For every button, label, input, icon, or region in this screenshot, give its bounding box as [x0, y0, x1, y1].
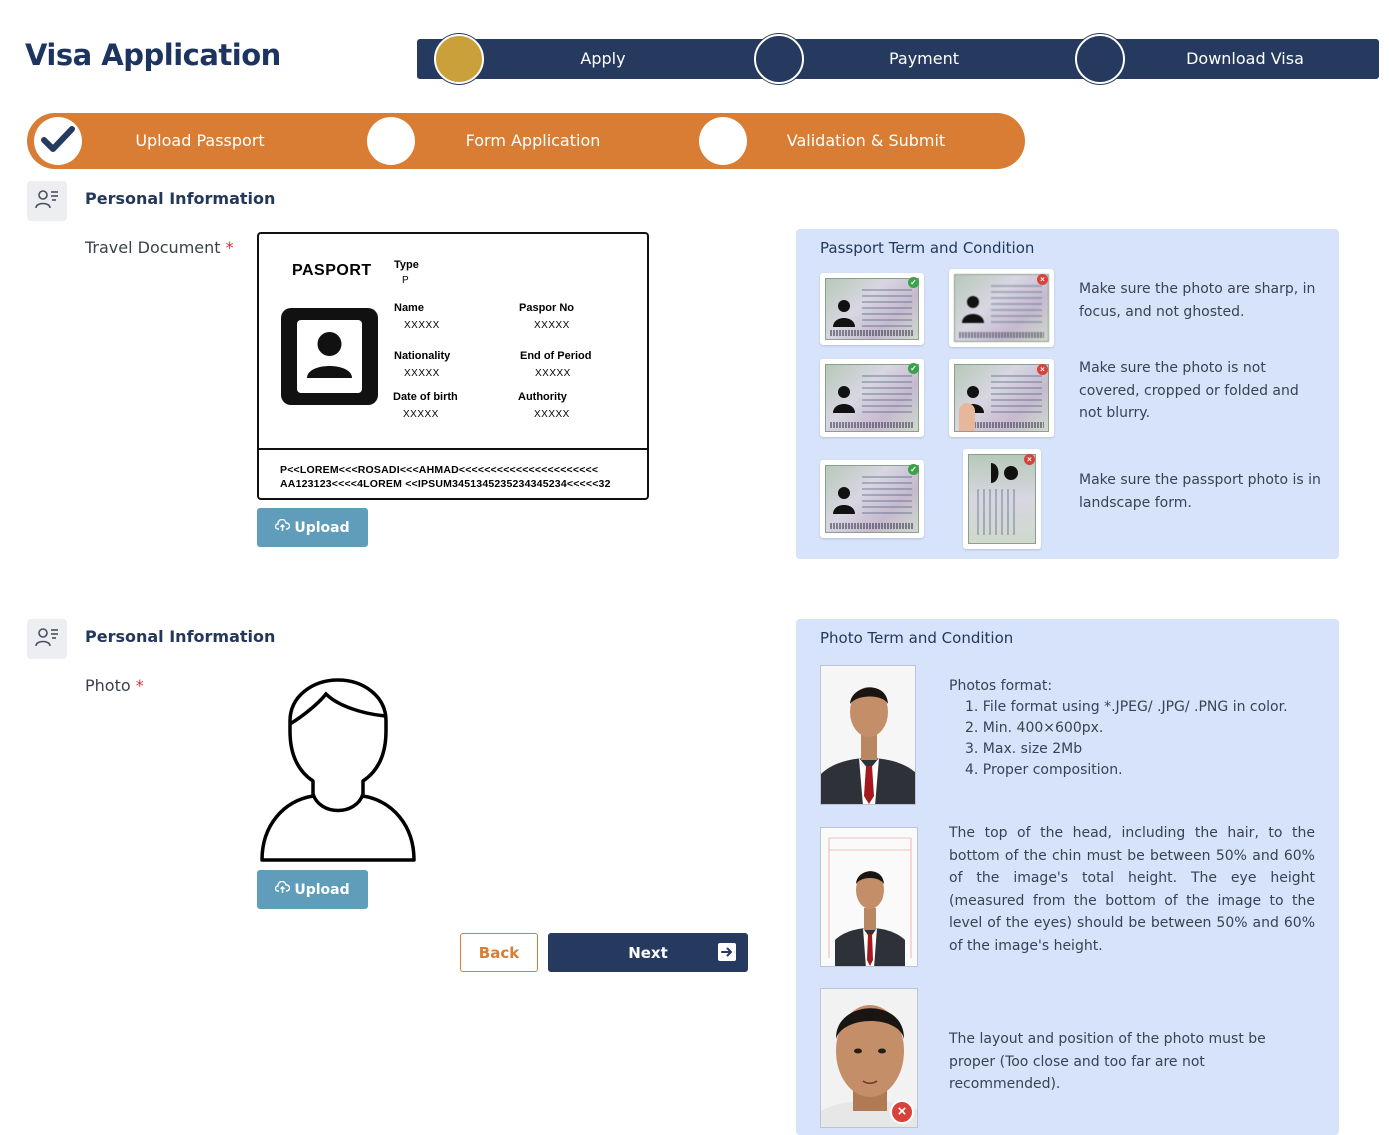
passport-name-label: Name [394, 302, 424, 314]
photo-example-format [820, 665, 916, 805]
passport-example-landscape-bad: × [963, 449, 1041, 549]
passport-end-period-value: XXXXX [535, 368, 571, 379]
photo-terms-title: Photo Term and Condition [820, 629, 1014, 647]
photo-format-heading: Photos format: [949, 678, 1053, 694]
passport-nationality-value: XXXXX [404, 368, 440, 379]
passport-photo-silhouette-icon [991, 463, 1018, 483]
rejected-x-icon: × [1037, 274, 1048, 285]
passport-mrz-divider [259, 448, 647, 450]
passport-mrz-line-1: P<<LOREM<<<ROSADI<<<AHMAD<<<<<<<<<<<<<<<… [280, 464, 599, 476]
substep-upload-passport-indicator [34, 117, 82, 165]
substep-form-application-indicator [367, 117, 415, 165]
next-button-label: Next [628, 943, 668, 962]
passport-type-value: P [402, 275, 410, 286]
approved-check-icon: ✓ [908, 464, 919, 475]
next-button[interactable]: Next [548, 933, 748, 972]
photo-section-title: Personal Information [85, 627, 276, 646]
passport-photo-silhouette-icon [962, 296, 984, 323]
passport-number-value: XXXXX [534, 320, 570, 331]
passport-authority-label: Authority [518, 391, 567, 403]
rejected-x-icon: × [1024, 454, 1035, 465]
formal-portrait-icon [821, 666, 915, 804]
photo-label-text: Photo [85, 676, 131, 695]
photo-format-item: 1. File format using *.JPEG/ .JPG/ .PNG … [965, 699, 1288, 715]
step-download-visa-label: Download Visa [1186, 49, 1304, 68]
rejected-x-icon: × [890, 1100, 914, 1124]
step-payment-indicator [754, 34, 804, 84]
passport-mrz-line-2: AA123123<<<<4LOREM <<IPSUM34513452352343… [280, 478, 611, 490]
passport-dob-label: Date of birth [393, 391, 458, 403]
passport-terms-title: Passport Term and Condition [820, 239, 1035, 257]
passport-term-landscape-text: Make sure the passport photo is in lands… [1079, 472, 1321, 511]
photo-format-item: 4. Proper composition. [965, 762, 1123, 778]
passport-authority-value: XXXXX [534, 409, 570, 420]
passport-example-sharp-bad: × [949, 269, 1054, 347]
passport-example-covered-bad: × [949, 359, 1054, 437]
photo-label: Photo * [85, 676, 144, 695]
photo-format-item: 3. Max. size 2Mb [965, 741, 1083, 757]
photo-upload-button[interactable]: Upload [257, 870, 368, 909]
passport-type-label: Type [394, 259, 419, 271]
passport-photo-silhouette-icon [833, 386, 855, 413]
photo-head-rule-text: The top of the head, including the hair,… [949, 825, 1315, 954]
passport-name-value: XXXXX [404, 320, 440, 331]
approved-check-icon: ✓ [908, 277, 919, 288]
person-placeholder-icon [258, 676, 418, 862]
substep-upload-passport-label: Upload Passport [135, 131, 265, 150]
photo-example-measurement [820, 827, 918, 967]
passport-example-covered-good: ✓ [820, 359, 924, 437]
travel-document-label-text: Travel Document [85, 238, 221, 257]
substep-validation-submit-label: Validation & Submit [786, 131, 946, 150]
passport-photo-placeholder-icon [281, 308, 378, 405]
photo-upload-label: Upload [294, 881, 350, 898]
step-apply-indicator [434, 34, 484, 84]
passport-term-sharp-text: Make sure the photo are sharp, in focus,… [1079, 281, 1316, 320]
user-list-icon [35, 626, 59, 653]
passport-nationality-label: Nationality [394, 350, 451, 362]
passport-upload-button[interactable]: Upload [257, 508, 368, 547]
step-apply-label: Apply [580, 49, 626, 68]
user-list-icon [35, 188, 59, 215]
passport-dob-value: XXXXX [403, 409, 439, 420]
photo-example-too-close: × [820, 988, 918, 1128]
page-title: Visa Application [25, 38, 281, 72]
photo-layout-rule-text: The layout and position of the photo mus… [949, 1031, 1266, 1092]
required-mark: * [225, 238, 234, 257]
personal-info-icon-box [27, 619, 67, 659]
passport-number-label: Paspor No [519, 302, 575, 314]
travel-document-label: Travel Document * [85, 238, 234, 257]
check-icon [41, 125, 75, 158]
finger-covering-icon [959, 403, 975, 431]
passport-sample-card: PASPORT Type P Name XXXXX Paspor No XXXX… [257, 232, 649, 500]
approved-check-icon: ✓ [908, 363, 919, 374]
passport-section-title: Personal Information [85, 189, 276, 208]
rejected-x-icon: × [1037, 364, 1048, 375]
step-download-visa-indicator [1075, 34, 1125, 84]
passport-card-title: PASPORT [292, 262, 372, 279]
passport-term-covered-text: Make sure the photo is not covered, crop… [1079, 360, 1299, 421]
passport-photo-silhouette-icon [833, 300, 855, 327]
cloud-upload-icon [275, 880, 291, 898]
passport-example-landscape-good: ✓ [820, 460, 924, 538]
substep-form-application-label: Form Application [465, 131, 601, 150]
passport-end-period-label: End of Period [520, 350, 592, 362]
cloud-upload-icon [275, 518, 291, 536]
photo-format-item: 2. Min. 400×600px. [965, 720, 1104, 736]
passport-photo-silhouette-icon [833, 487, 855, 514]
passport-upload-label: Upload [294, 519, 350, 536]
required-mark: * [135, 676, 144, 695]
back-button[interactable]: Back [460, 933, 538, 972]
measured-portrait-icon [821, 828, 917, 966]
step-payment-label: Payment [888, 49, 960, 68]
personal-info-icon-box [27, 181, 67, 221]
passport-example-sharp-good: ✓ [820, 273, 924, 345]
arrow-right-icon [718, 943, 736, 961]
substep-validation-submit-indicator [699, 117, 747, 165]
